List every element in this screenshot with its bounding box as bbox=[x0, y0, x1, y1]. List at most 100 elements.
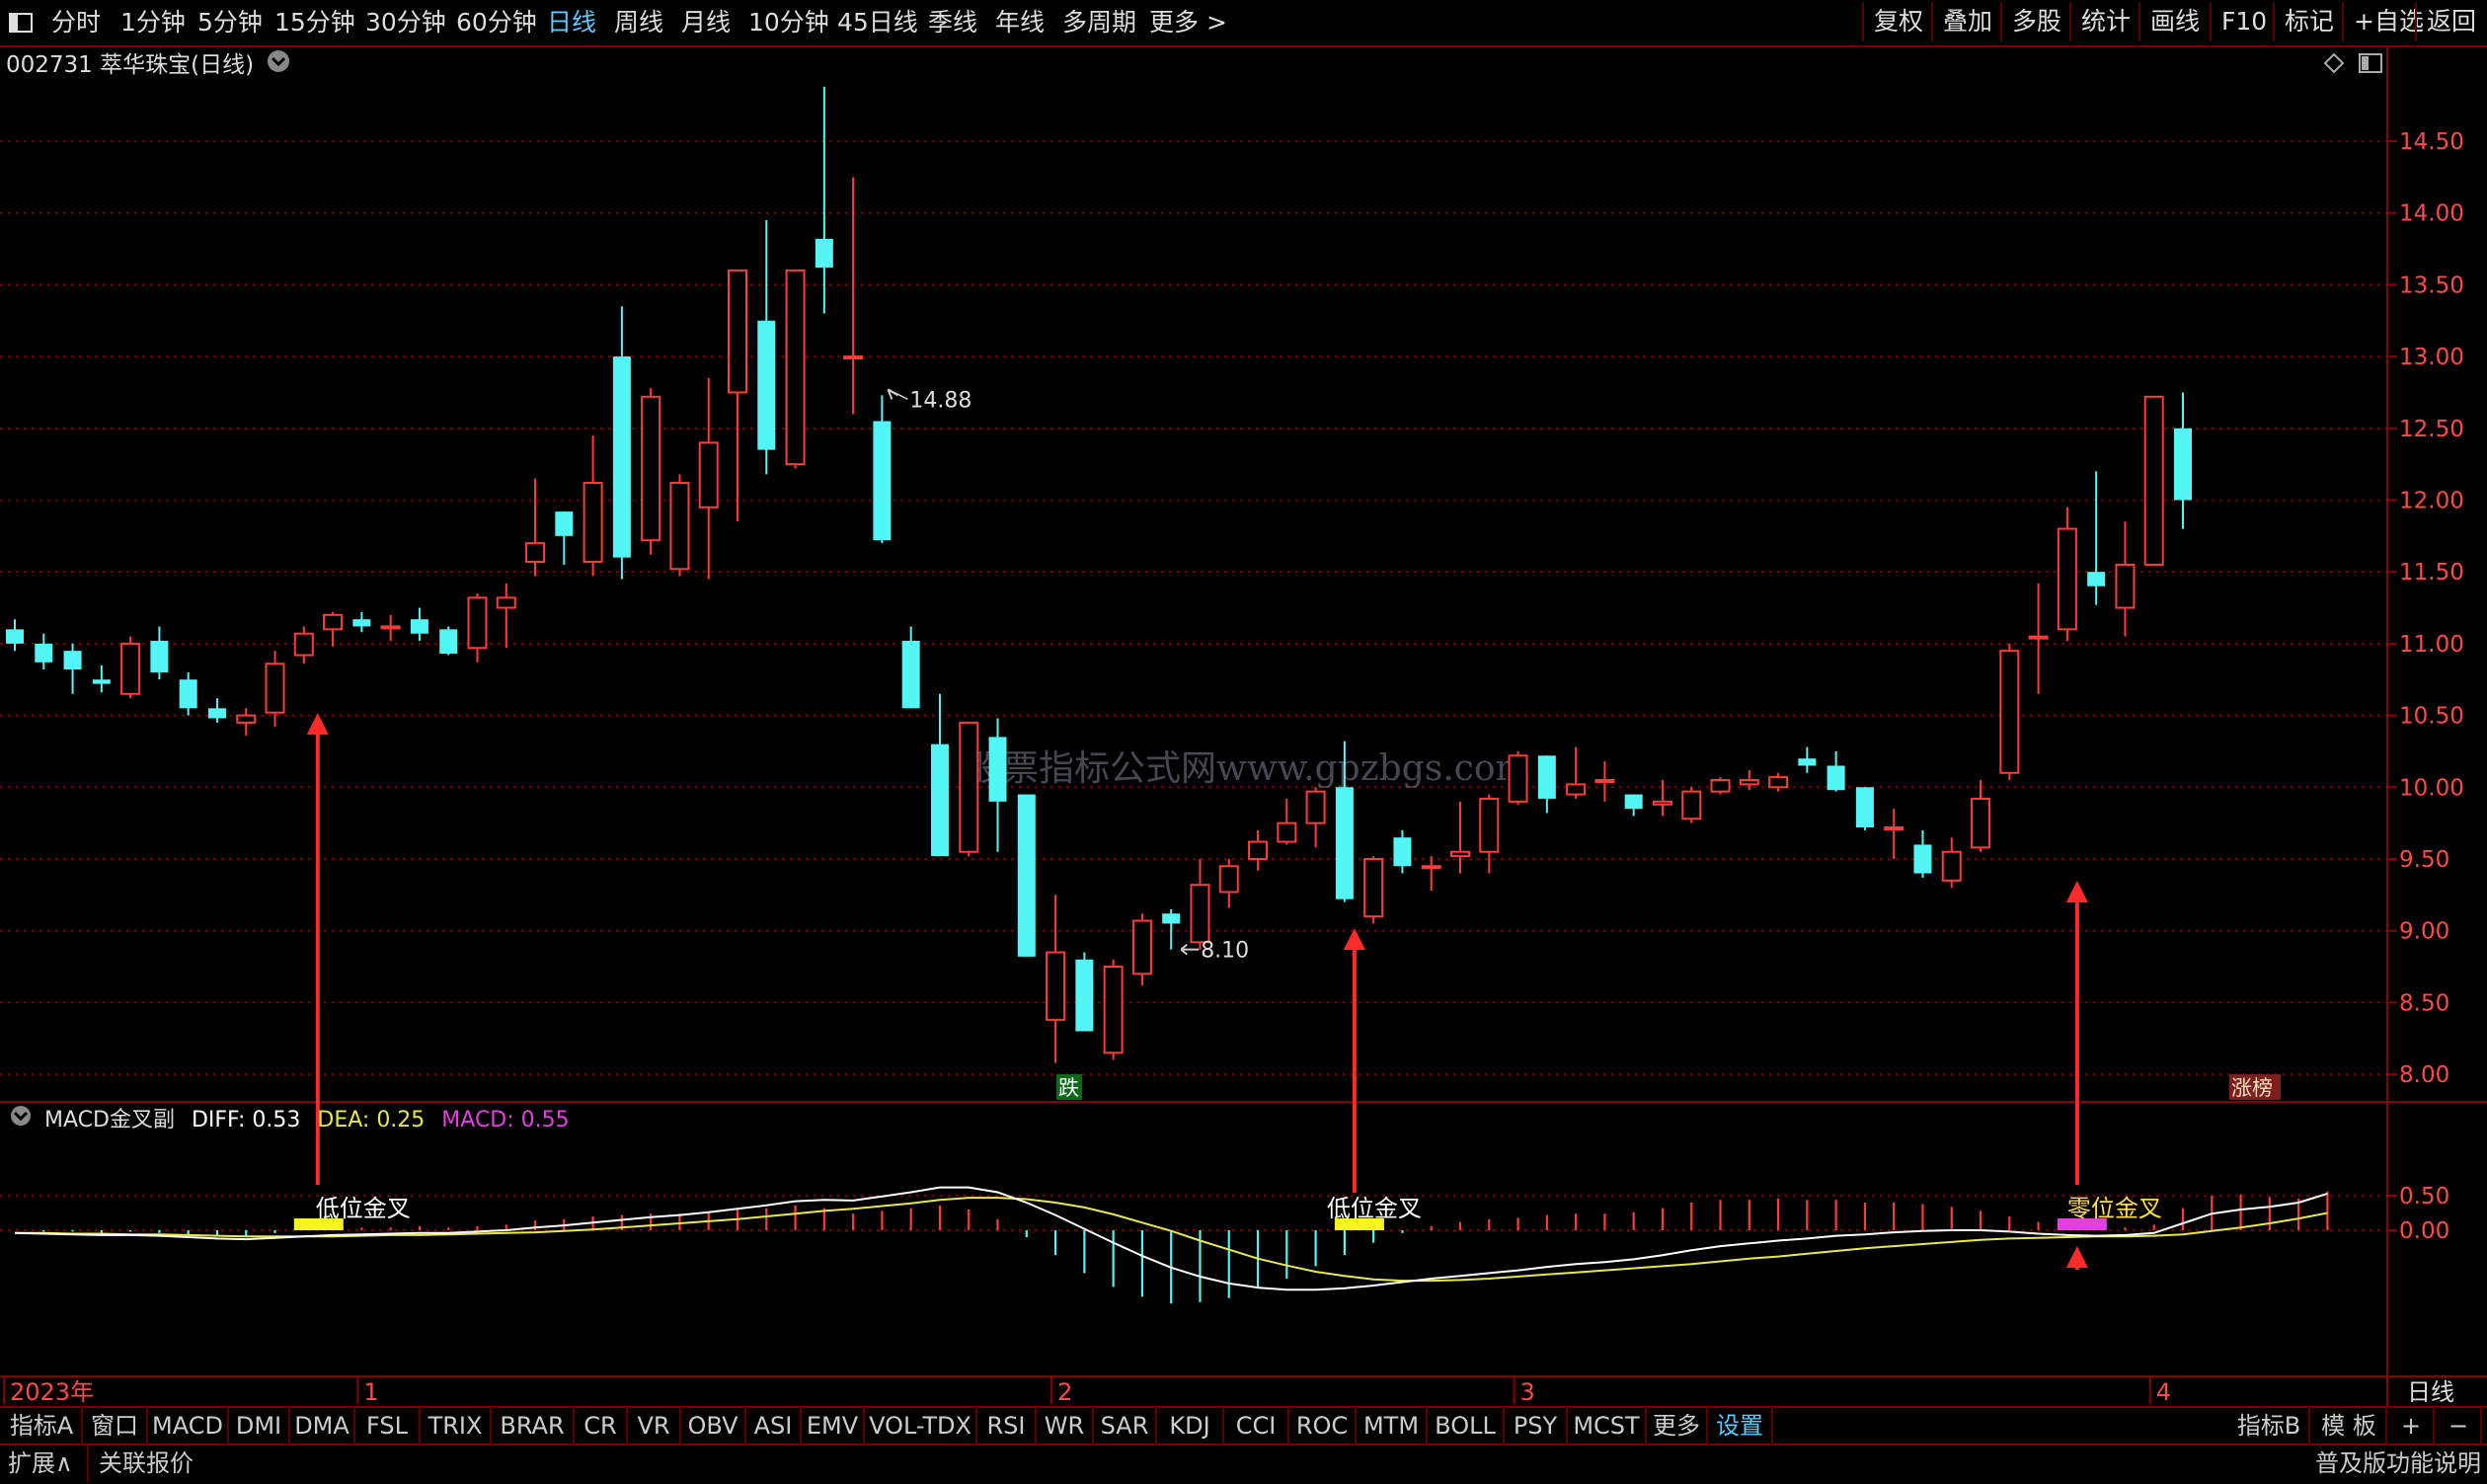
right-tab-1[interactable]: 模 板 bbox=[2312, 1408, 2387, 1444]
candle-1 bbox=[35, 633, 53, 670]
candle-body bbox=[669, 482, 690, 571]
candle-body bbox=[1537, 755, 1556, 799]
indicator-tab-25[interactable]: 设置 bbox=[1708, 1408, 1773, 1444]
indicator-tab-15[interactable]: WR bbox=[1037, 1408, 1094, 1444]
candle-12 bbox=[352, 611, 371, 633]
macd-value: 0.55 bbox=[520, 1108, 570, 1133]
candle-body bbox=[1103, 966, 1124, 1054]
low-mark-arrow bbox=[1180, 943, 1200, 956]
candle-body bbox=[1826, 765, 1845, 791]
candle-body bbox=[1017, 794, 1036, 957]
candle-body bbox=[207, 708, 226, 719]
low-mark-label: 8.10 bbox=[1201, 939, 1249, 964]
candle-body bbox=[1594, 779, 1615, 784]
candle-24 bbox=[698, 377, 719, 580]
indicator-tab-5[interactable]: FSL bbox=[355, 1408, 421, 1444]
candle-body bbox=[265, 663, 285, 714]
indicator-tab-2[interactable]: MACD bbox=[148, 1408, 229, 1444]
time-label-4: 4 bbox=[2156, 1378, 2171, 1406]
indicator-tab-16[interactable]: SAR bbox=[1094, 1408, 1157, 1444]
related-quotes-button[interactable]: 关联报价 bbox=[87, 1445, 194, 1482]
indicator-tab-11[interactable]: ASI bbox=[746, 1408, 802, 1444]
limit-down-text: 跌 bbox=[1058, 1076, 1079, 1100]
candle-18 bbox=[525, 478, 546, 577]
time-label-2: 2 bbox=[1057, 1378, 1072, 1406]
candle-body bbox=[988, 737, 1007, 802]
candle-body bbox=[352, 619, 371, 627]
edition-info-link[interactable]: 普及版功能说明 bbox=[2315, 1445, 2481, 1482]
candle-body bbox=[1248, 840, 1269, 861]
indicator-tab-14[interactable]: RSI bbox=[977, 1408, 1037, 1444]
indicator-tab-21[interactable]: BOLL bbox=[1428, 1408, 1505, 1444]
indicator-tab-23[interactable]: MCST bbox=[1568, 1408, 1647, 1444]
candle-59 bbox=[1710, 777, 1731, 795]
candle-body bbox=[641, 395, 661, 542]
right-tab-0[interactable]: 指标B bbox=[2229, 1408, 2310, 1444]
indicator-name[interactable]: MACD金叉副 bbox=[44, 1108, 175, 1133]
candle-body bbox=[467, 596, 488, 650]
price-tick-label: 9.00 bbox=[2399, 919, 2449, 945]
dea-value: 0.25 bbox=[376, 1108, 426, 1133]
indicator-tab-0[interactable]: 指标A bbox=[2, 1408, 83, 1444]
indicator-tab-3[interactable]: DMI bbox=[229, 1408, 290, 1444]
candle-body bbox=[930, 743, 949, 857]
indicator-tab-18[interactable]: CCI bbox=[1224, 1408, 1289, 1444]
indicator-tab-17[interactable]: KDJ bbox=[1157, 1408, 1224, 1444]
candle-53 bbox=[1537, 755, 1556, 814]
indicator-tab-13[interactable]: VOL-TDX bbox=[865, 1408, 977, 1444]
candle-body bbox=[815, 238, 833, 268]
indicator-tab-7[interactable]: BRAR bbox=[492, 1408, 575, 1444]
indicator-header: MACD金叉副 DIFF: 0.53 DEA: 0.25 MACD: 0.55 bbox=[10, 1104, 570, 1137]
candle-10 bbox=[293, 626, 314, 664]
candle-body bbox=[1768, 776, 1789, 789]
price-tick-label: 9.50 bbox=[2399, 847, 2449, 873]
indicator-tab-9[interactable]: VR bbox=[628, 1408, 681, 1444]
candle-body bbox=[496, 596, 516, 609]
indicator-tab-6[interactable]: TRIX bbox=[421, 1408, 492, 1444]
indicator-tab-4[interactable]: DMA bbox=[290, 1408, 355, 1444]
candle-body bbox=[6, 629, 24, 644]
candle-62 bbox=[1798, 746, 1817, 773]
candle-body bbox=[1046, 951, 1066, 1021]
candle-body bbox=[1798, 758, 1817, 766]
candle-45 bbox=[1305, 787, 1326, 848]
candle-body bbox=[1277, 821, 1297, 843]
candle-body bbox=[1305, 790, 1326, 824]
candle-66 bbox=[1913, 829, 1932, 878]
candle-67 bbox=[1941, 837, 1962, 889]
candle-body bbox=[1162, 913, 1181, 924]
candle-body bbox=[1450, 850, 1470, 858]
indicator-tab-24[interactable]: 更多 bbox=[1647, 1408, 1708, 1444]
right-tab-2[interactable]: + bbox=[2389, 1408, 2435, 1444]
candle-body bbox=[293, 632, 314, 657]
candle-37 bbox=[1075, 952, 1094, 1032]
candle-6 bbox=[179, 671, 197, 716]
candle-body bbox=[1999, 650, 2020, 774]
candle-body bbox=[2028, 635, 2049, 640]
right-tab-3[interactable]: − bbox=[2437, 1408, 2482, 1444]
signal-arrow-2-head bbox=[1343, 928, 1365, 950]
candle-body bbox=[1131, 919, 1152, 976]
indicator-tab-8[interactable]: CR bbox=[575, 1408, 628, 1444]
candle-21 bbox=[612, 306, 631, 580]
candle-body bbox=[525, 542, 546, 564]
price-tick-label: 10.00 bbox=[2399, 775, 2464, 801]
signal-arrow-3b-head bbox=[2065, 1246, 2088, 1268]
diff-label: DIFF: bbox=[191, 1108, 246, 1133]
candle-0 bbox=[6, 619, 24, 652]
expand-button[interactable]: 扩展∧ bbox=[8, 1445, 73, 1482]
candle-48 bbox=[1393, 829, 1412, 874]
candle-body bbox=[2174, 428, 2192, 501]
indicator-tab-22[interactable]: PSY bbox=[1505, 1408, 1568, 1444]
candle-body bbox=[1363, 858, 1384, 918]
indicator-tab-10[interactable]: OBV bbox=[681, 1408, 746, 1444]
indicator-tab-12[interactable]: EMV bbox=[802, 1408, 865, 1444]
candle-31 bbox=[901, 626, 920, 709]
candle-70 bbox=[2028, 583, 2049, 694]
candle-body bbox=[1913, 844, 1932, 874]
time-label-0: 2023年 bbox=[10, 1378, 94, 1406]
indicator-tab-1[interactable]: 窗口 bbox=[83, 1408, 148, 1444]
chevron-down-icon[interactable] bbox=[10, 1104, 32, 1137]
indicator-tab-20[interactable]: MTM bbox=[1357, 1408, 1428, 1444]
indicator-tab-19[interactable]: ROC bbox=[1289, 1408, 1357, 1444]
